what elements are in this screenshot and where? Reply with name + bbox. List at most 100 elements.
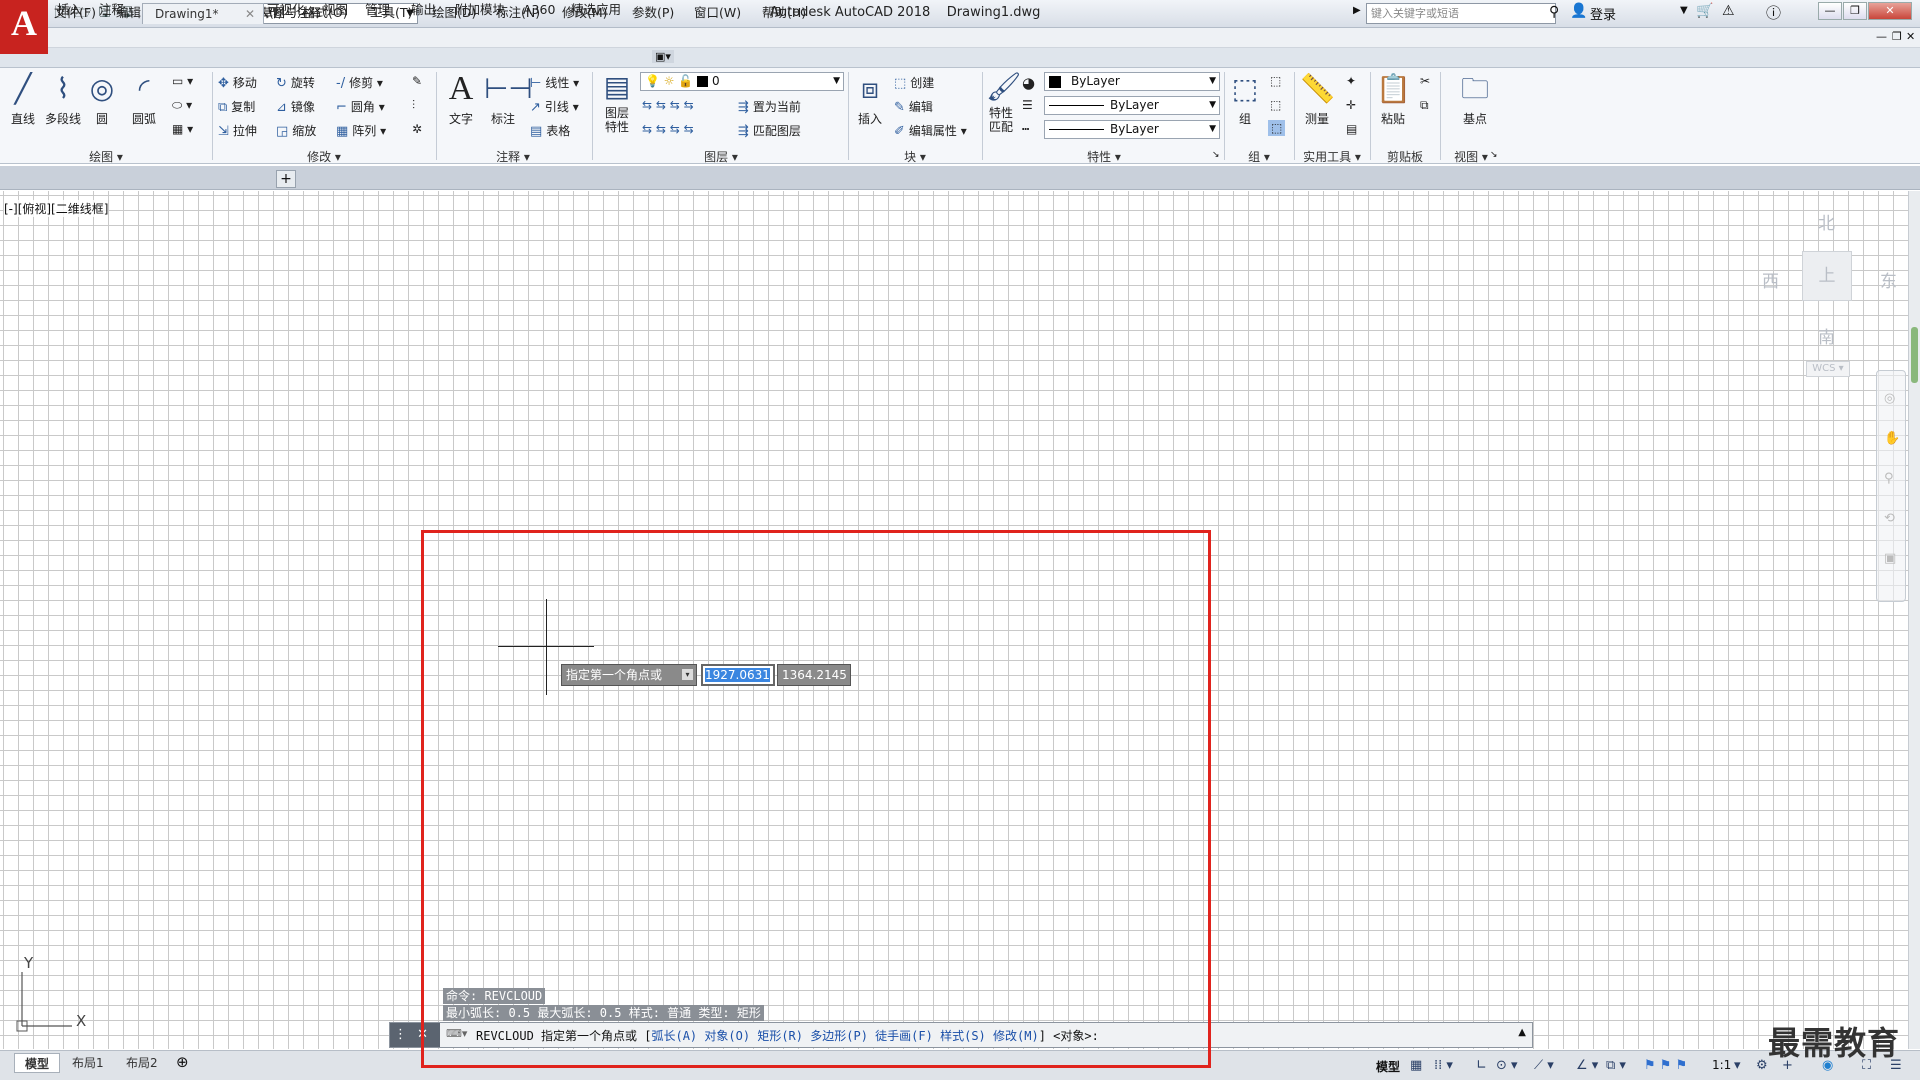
model-space-button[interactable]: 模型 [1376, 1058, 1400, 1075]
leader-button[interactable]: ↗ 引线 ▾ [530, 98, 579, 115]
minimize-button[interactable]: — [1818, 2, 1842, 20]
measure-button[interactable]: 📏 测量 [1300, 72, 1335, 127]
viewcube-east[interactable]: 东 [1880, 267, 1897, 292]
menu-item[interactable]: 窗口(W) [694, 2, 741, 21]
lineweight-select[interactable]: ByLayer ▼ [1044, 120, 1220, 139]
chevron-down-icon[interactable]: ▾ [1734, 1058, 1741, 1073]
groups-panel-title[interactable]: 组 ▾ [1226, 148, 1292, 165]
group-select-icon[interactable]: ⬚ [1268, 120, 1286, 136]
fillet-button[interactable]: ⌐ 圆角 ▾ [336, 98, 385, 115]
pan-icon[interactable]: ✋ [1884, 431, 1900, 446]
viewcube-north[interactable]: 北 [1818, 209, 1835, 234]
line-button[interactable]: ╱ 直线 [6, 72, 40, 127]
annotation-panel-title[interactable]: 注释 ▾ [438, 148, 588, 165]
snap-icon[interactable]: ⁞⁞ ▾ [1434, 1058, 1453, 1073]
ribbon-tab[interactable]: 输出 [406, 1, 441, 19]
arc-button[interactable]: ◜ 圆弧 [126, 72, 162, 127]
help-icon[interactable]: ⓘ [1766, 2, 1781, 23]
match-layer-button[interactable]: ⇶ 匹配图层 [738, 122, 801, 139]
layer-select[interactable]: 💡 ☼ 🔓 0 ▼ [640, 72, 844, 91]
grid-icon[interactable]: ▦ [1410, 1058, 1422, 1073]
ribbon-tab[interactable]: 可视化 [262, 1, 310, 19]
layer-properties-button[interactable]: ▤ 图层 特性 [598, 72, 636, 135]
add-layout-button[interactable]: ⊕ [176, 1053, 189, 1071]
steering-wheel-icon[interactable]: ◎ [1884, 391, 1895, 406]
zoom-icon[interactable]: ⚲ [1884, 471, 1894, 486]
viewport-controls[interactable]: [-][俯视][二维线框] [4, 200, 109, 217]
edit-attributes-button[interactable]: ✐ 编辑属性 ▾ [894, 122, 967, 139]
binoculars-icon[interactable]: ⚲ [1549, 4, 1559, 20]
edit-block-button[interactable]: ✎ 编辑 [894, 98, 933, 115]
osnap-icon[interactable]: ⟋ ▾ [1534, 1058, 1554, 1073]
navigation-bar[interactable]: ◎ ✋ ⚲ ⟲ ▣ [1876, 370, 1906, 602]
linear-button[interactable]: ⊢ 线性 ▾ [530, 74, 579, 91]
dialog-launcher-icon[interactable]: ↘ [1490, 150, 1498, 160]
application-menu-button[interactable]: A [0, 0, 48, 54]
scale-select[interactable]: 1:1 [1712, 1058, 1731, 1072]
cart-icon[interactable]: 🛒 [1696, 3, 1713, 19]
erase-icon[interactable]: ✎ [412, 74, 422, 88]
draw-panel-title[interactable]: 绘图 ▾ [0, 148, 212, 165]
text-button[interactable]: A 文字 [444, 72, 478, 127]
annotation-visibility-icon[interactable]: ⚑ ⚑ ⚑ [1644, 1058, 1687, 1073]
block-panel-title[interactable]: 块 ▾ [850, 148, 980, 165]
dimension-button[interactable]: ⊢⊣ 标注 [484, 72, 533, 127]
viewcube[interactable]: 北 西 东 上 南 WCS ▾ [1756, 205, 1906, 380]
calculator-icon[interactable]: ▤ [1346, 122, 1357, 136]
modify-panel-title[interactable]: 修改 ▾ [214, 148, 434, 165]
close-button[interactable]: ✕ [1868, 2, 1912, 20]
set-current-button[interactable]: ⇶ 置为当前 [738, 98, 801, 115]
chevron-down-icon[interactable]: ▼ [1680, 5, 1688, 16]
tab-drawing1[interactable]: Drawing1* ✕ [142, 3, 264, 24]
doc-close-icon[interactable]: ✕ [1906, 30, 1915, 43]
ribbon-tab[interactable]: A360 [518, 1, 560, 19]
doc-restore-icon[interactable]: ❐ [1892, 30, 1902, 43]
lineweight-toggle-icon[interactable]: ∠ ▾ [1576, 1058, 1598, 1073]
layout-tab[interactable]: 模型 [14, 1053, 61, 1073]
polar-icon[interactable]: ⊙ ▾ [1496, 1058, 1518, 1073]
ribbon-tab[interactable]: 精选应用 [566, 1, 626, 19]
ribbon-display-toggle[interactable]: ▣▾ [652, 50, 674, 63]
login-button[interactable]: 登录 [1590, 4, 1616, 23]
layer-tools-icon[interactable]: ⇆ ⇆ ⇆ ⇆ [642, 122, 694, 136]
new-tab-button[interactable]: + [276, 170, 296, 188]
explode-icon[interactable]: ✲ [412, 122, 422, 136]
ungroup-icon[interactable]: ⬚ [1270, 74, 1281, 88]
ribbon-tab[interactable]: 管理 [360, 1, 395, 19]
scrollbar-thumb[interactable] [1911, 327, 1918, 383]
base-view-button[interactable]: 🗀 基点 [1456, 72, 1494, 127]
array-button[interactable]: ▦ 阵列 ▾ [336, 122, 386, 139]
properties-panel-title[interactable]: 特性 ▾ [984, 148, 1224, 165]
trim-button[interactable]: -/修剪 ▾ [336, 74, 383, 91]
menu-item[interactable]: 帮助(H) [762, 2, 806, 21]
point-icon[interactable]: ✛ [1346, 98, 1356, 112]
rectangle-icon[interactable]: ▭ ▾ [172, 74, 193, 88]
match-properties-button[interactable]: 🖌 特性 匹配 [986, 72, 1022, 135]
search-input[interactable]: 键入关键字或短语 [1366, 3, 1556, 24]
scale-button[interactable]: ◲ 缩放 [276, 122, 316, 139]
maximize-button[interactable]: ❐ [1843, 2, 1867, 20]
hatch-icon[interactable]: ▦ ▾ [172, 122, 193, 136]
layout-tab[interactable]: 布局2 [116, 1053, 168, 1073]
linetype-select[interactable]: ByLayer ▼ [1044, 96, 1220, 115]
dialog-launcher-icon[interactable]: ↘ [1212, 150, 1220, 160]
close-tab-icon[interactable]: ✕ [245, 4, 255, 25]
group-button[interactable]: ⬚ 组 [1228, 72, 1262, 127]
utilities-panel-title[interactable]: 实用工具 ▾ [1296, 148, 1368, 165]
menu-item[interactable]: 参数(P) [632, 2, 674, 21]
orbit-icon[interactable]: ⟲ [1884, 511, 1895, 526]
stretch-button[interactable]: ⇲ 拉伸 [218, 122, 257, 139]
copy-button[interactable]: ⧉ 复制 [218, 98, 255, 115]
offset-icon[interactable]: ⫶ [412, 98, 415, 113]
doc-minimize-icon[interactable]: — [1876, 30, 1887, 43]
chevron-up-icon[interactable]: ▲ [1518, 1027, 1526, 1038]
settings-gear-icon[interactable]: ⚙ [1756, 1058, 1768, 1073]
grip-icon[interactable]: ⋮ [394, 1027, 407, 1042]
circle-button[interactable]: ◎ 圆 [86, 72, 118, 127]
copy-clip-icon[interactable]: ⧉ [1420, 98, 1429, 113]
move-button[interactable]: ✥ 移动 [218, 74, 257, 91]
rotate-button[interactable]: ↻ 旋转 [276, 74, 315, 91]
cut-icon[interactable]: ✂ [1420, 74, 1430, 88]
polyline-button[interactable]: ⌇ 多段线 [42, 72, 84, 127]
quick-select-icon[interactable]: ✦ [1346, 74, 1356, 88]
